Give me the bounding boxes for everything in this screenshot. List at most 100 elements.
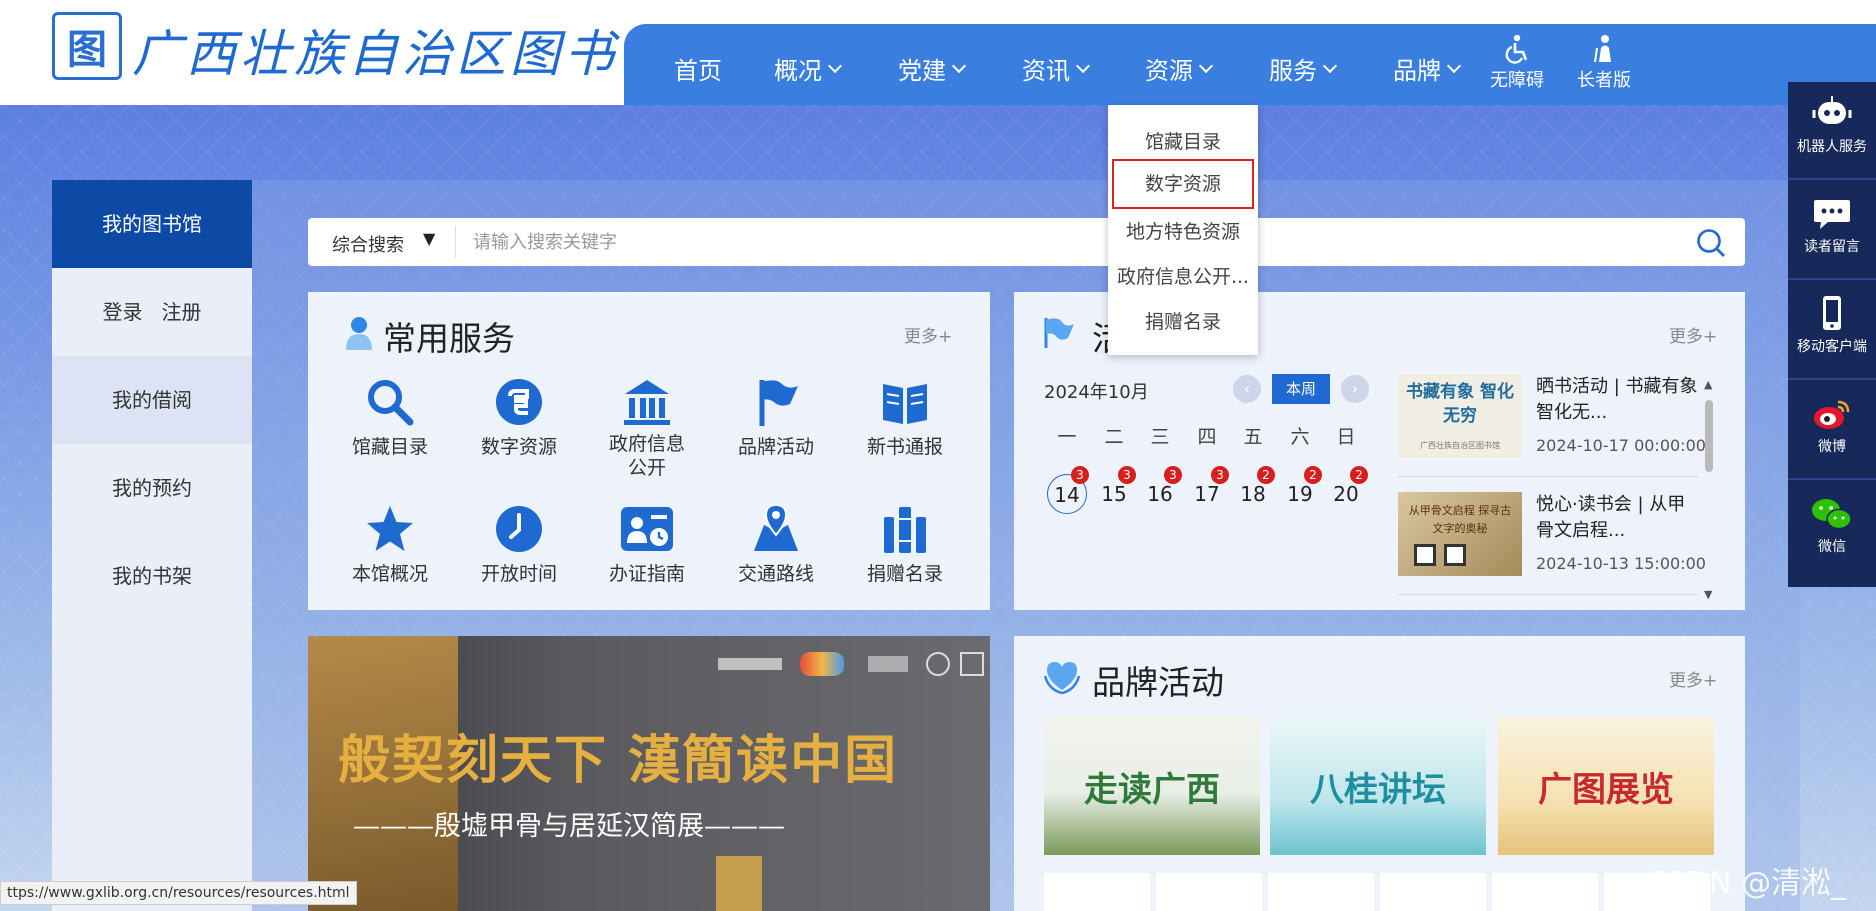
library-seal-logo[interactable]: 图 — [52, 12, 122, 80]
nav-overview[interactable]: 概况 — [774, 51, 843, 86]
weekday-label: 四 — [1197, 426, 1217, 448]
search-icon — [1697, 229, 1725, 257]
chevron-down-icon — [1322, 58, 1338, 73]
calendar-prev-button[interactable]: ‹ — [1233, 375, 1261, 403]
activity-title[interactable]: 悦心·读书会 | 从甲骨文启程... — [1536, 492, 1698, 544]
wechat-button[interactable]: 微信 — [1788, 482, 1876, 580]
robot-service-button[interactable]: 机器人服务 — [1788, 82, 1876, 180]
weekday-label: 六 — [1290, 426, 1310, 448]
service-transport[interactable]: 交通路线 — [716, 503, 836, 586]
brand-title: 品牌活动 — [1092, 663, 1224, 702]
brand-card-label: 广图展览 — [1538, 769, 1674, 810]
activity-title[interactable]: 晒书活动 | 书藏有象 智化无... — [1536, 374, 1698, 426]
search-divider — [455, 226, 456, 258]
nav-services[interactable]: 服务 — [1269, 51, 1338, 86]
menu-item-local-resources[interactable]: 地方特色资源 — [1108, 217, 1258, 244]
search-scope-select[interactable]: 综合搜索 — [332, 231, 404, 257]
activity-thumbnail[interactable]: 书藏有象 智化无穷 广西壮族自治区图书馆 — [1398, 374, 1522, 458]
my-library-sidebar: 我的图书馆 登录 注册 我的借阅 我的预约 我的书架 — [52, 180, 252, 911]
flag-icon — [1044, 318, 1074, 348]
this-week-button[interactable]: 本周 — [1272, 374, 1330, 404]
nav-party[interactable]: 党建 — [898, 51, 967, 86]
activity-thumbnail[interactable]: 从甲骨文启程 探寻古文字的奥秘 — [1398, 492, 1522, 576]
activities-scrollbar[interactable]: ▲ ▼ — [1703, 378, 1715, 603]
qr-code-icon — [1444, 544, 1466, 566]
brand-card-bagui-forum[interactable]: 八桂讲坛 — [1270, 717, 1486, 855]
chevron-down-icon — [1446, 58, 1462, 73]
activity-item[interactable]: 书藏有象 智化无穷 广西壮族自治区图书馆 晒书活动 | 书藏有象 智化无... … — [1398, 374, 1706, 484]
mobile-client-button[interactable]: 移动客户端 — [1788, 282, 1876, 380]
service-collection-catalog[interactable]: 馆藏目录 — [330, 376, 450, 459]
event-count-badge: 2 — [1257, 466, 1275, 484]
watermark-text: CSDN @清淞_ — [1646, 866, 1847, 901]
brand-sub-card[interactable] — [1156, 873, 1262, 911]
menu-item-gov-info[interactable]: 政府信息公开... — [1108, 262, 1258, 289]
partner-emblem — [926, 652, 950, 676]
sidebar-auth: 登录 注册 — [52, 268, 252, 356]
service-donation-list[interactable]: 捐赠名录 — [845, 503, 965, 586]
open-book-icon — [883, 384, 927, 424]
register-link[interactable]: 注册 — [162, 300, 202, 324]
accessibility-button[interactable]: 无障碍 — [1482, 34, 1552, 92]
nav-brand[interactable]: 品牌 — [1393, 51, 1462, 86]
weekday-label: 一 — [1057, 426, 1077, 448]
sidebar-item-borrowing[interactable]: 我的借阅 — [52, 356, 252, 444]
activities-more-link[interactable]: 更多+ — [1669, 322, 1717, 347]
weekday-label: 日 — [1336, 426, 1356, 448]
elder-person-icon — [1594, 35, 1611, 63]
exhibition-banner[interactable]: 般契刻天下 漢簡读中国 ———殷墟甲骨与居延汉简展——— — [308, 636, 990, 911]
brand-more-link[interactable]: 更多+ — [1669, 666, 1717, 691]
brand-card-library-exhibition[interactable]: 广图展览 — [1498, 717, 1714, 855]
search-button[interactable] — [1695, 227, 1727, 263]
service-library-overview[interactable]: 本馆概况 — [330, 503, 450, 586]
service-card-guide[interactable]: 办证指南 — [587, 503, 707, 586]
service-brand-activities[interactable]: 品牌活动 — [716, 376, 836, 459]
sidebar-header: 我的图书馆 — [52, 180, 252, 268]
services-more-link[interactable]: 更多+ — [904, 322, 952, 347]
sidebar-item-reservations[interactable]: 我的预约 — [52, 444, 252, 532]
brand-card-label: 走读广西 — [1084, 769, 1220, 810]
activity-time: 2024-10-17 00:00:00 — [1536, 436, 1706, 455]
menu-item-collection-catalog[interactable]: 馆藏目录 — [1108, 127, 1258, 154]
login-link[interactable]: 登录 — [102, 300, 142, 324]
divider — [1398, 594, 1698, 595]
service-new-books[interactable]: 新书通报 — [845, 376, 965, 459]
government-building-icon — [624, 380, 670, 425]
menu-item-digital-resources[interactable]: 数字资源 — [1112, 159, 1254, 209]
partner-logo — [868, 656, 908, 672]
calendar-next-button[interactable]: › — [1341, 375, 1369, 403]
robot-icon — [1812, 96, 1852, 124]
sidebar-item-bookshelf[interactable]: 我的书架 — [52, 532, 252, 620]
scroll-up-arrow-icon[interactable]: ▲ — [1704, 378, 1712, 391]
reader-message-button[interactable]: 读者留言 — [1788, 182, 1876, 280]
service-opening-hours[interactable]: 开放时间 — [459, 503, 579, 586]
brand-card-zoudu-guangxi[interactable]: 走读广西 — [1044, 717, 1260, 855]
service-digital-resources[interactable]: 数字资源 — [459, 376, 579, 459]
scroll-down-arrow-icon[interactable]: ▼ — [1704, 588, 1712, 601]
scrollbar-thumb[interactable] — [1705, 400, 1713, 472]
elder-mode-button[interactable]: 长者版 — [1569, 34, 1639, 92]
brand-sub-card[interactable] — [1268, 873, 1374, 911]
flag-icon — [759, 380, 798, 426]
activity-item[interactable]: 从甲骨文启程 探寻古文字的奥秘 悦心·读书会 | 从甲骨文启程... 2024-… — [1398, 492, 1706, 602]
search-input[interactable] — [473, 226, 1673, 258]
weibo-button[interactable]: 微博 — [1788, 382, 1876, 480]
activity-time: 2024-10-13 15:00:00 — [1536, 554, 1706, 573]
menu-item-donation-list[interactable]: 捐赠名录 — [1108, 307, 1258, 334]
banner-headline: 般契刻天下 漢簡读中国 — [338, 730, 899, 791]
mobile-phone-icon — [1823, 296, 1841, 330]
caret-down-icon[interactable]: ▼ — [423, 229, 435, 248]
brand-sub-card[interactable] — [1044, 873, 1150, 911]
brand-sub-card[interactable] — [1492, 873, 1598, 911]
nav-home[interactable]: 首页 — [674, 51, 722, 86]
books-icon — [884, 507, 926, 553]
thumbnail-text: 书藏有象 智化无穷 — [1406, 382, 1514, 426]
nav-news[interactable]: 资讯 — [1022, 51, 1091, 86]
library-name-logo[interactable]: 广西壮族自治区图书馆 — [132, 14, 672, 86]
brand-sub-card[interactable] — [1380, 873, 1486, 911]
nav-resources[interactable]: 资源 — [1145, 51, 1214, 86]
event-count-badge: 2 — [1350, 466, 1368, 484]
search-bar: 综合搜索 ▼ — [308, 218, 1745, 266]
service-gov-info[interactable]: 政府信息公开 — [587, 376, 707, 480]
services-title: 常用服务 — [383, 319, 515, 358]
